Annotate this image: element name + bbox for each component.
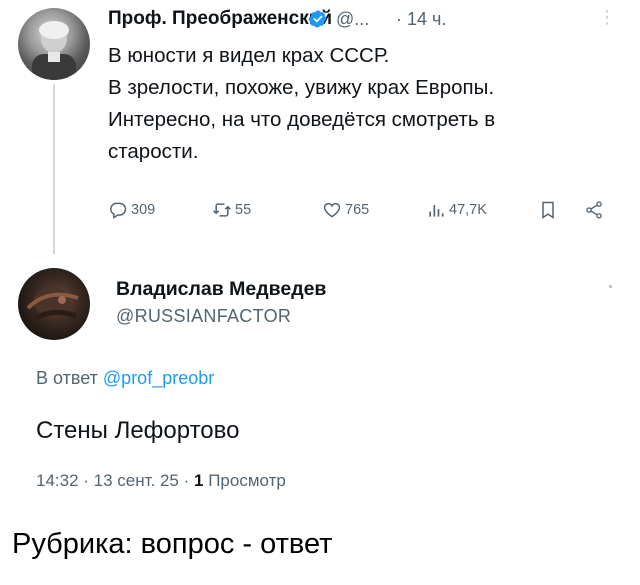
more-options-icon[interactable]: ⋮ — [598, 7, 616, 28]
reply-icon — [110, 202, 127, 219]
share-icon — [586, 201, 602, 219]
views-count: 47,7K — [449, 202, 487, 218]
tweet-line: Интересно, на что доведётся смотреть в — [108, 108, 496, 131]
action-bar: 309 55 765 47,7K — [108, 200, 628, 230]
reply-to-link[interactable]: @prof_preobr — [103, 368, 214, 388]
tweet-text: В юности я видел крах СССР. В зрелости, … — [108, 40, 633, 168]
timestamp[interactable]: · 14 ч. — [396, 9, 446, 30]
tweet-text: Стены Лефортово — [36, 417, 240, 444]
more-options-icon[interactable] — [609, 285, 612, 288]
retweet-icon — [213, 203, 231, 217]
timestamp[interactable]: 14:32 · 13 сент. 25 · — [36, 471, 189, 490]
tweet-line: В юности я видел крах СССР. — [108, 44, 390, 67]
reply-count: 309 — [131, 202, 156, 218]
author-handle[interactable]: @RUSSIANFACTOR — [116, 306, 291, 327]
views-count: 1 — [194, 471, 204, 490]
reply-button[interactable]: 309 — [108, 200, 155, 220]
caption: Рубрика: вопрос - ответ — [12, 528, 333, 560]
views-bar-icon — [429, 205, 444, 217]
reply-prefix: В ответ — [36, 368, 98, 388]
like-count: 765 — [345, 202, 370, 218]
author-name[interactable]: Проф. Преображенский — [108, 8, 332, 30]
author-handle[interactable]: @... — [336, 9, 369, 30]
retweet-button[interactable]: 55 — [212, 200, 251, 220]
verified-badge-icon — [308, 10, 327, 28]
bookmark-icon — [542, 201, 554, 219]
heart-icon — [323, 202, 341, 218]
bookmark-button[interactable] — [538, 200, 558, 220]
thread-line — [53, 84, 55, 254]
avatar[interactable] — [18, 268, 90, 340]
reply-context: В ответ @prof_preobr — [36, 368, 214, 389]
like-button[interactable]: 765 — [322, 200, 369, 220]
tweet-line: старости. — [108, 140, 199, 163]
views-label: Просмотр — [208, 471, 286, 490]
views-button[interactable]: 47,7K — [426, 200, 487, 220]
author-name[interactable]: Владислав Медведев — [116, 278, 326, 301]
avatar[interactable] — [18, 8, 90, 80]
tweet-line: В зрелости, похоже, увижу крах Европы. — [108, 76, 495, 99]
tweet-meta: 14:32 · 13 сент. 25 · 1 Просмотр — [36, 471, 286, 491]
share-button[interactable] — [584, 200, 604, 220]
retweet-count: 55 — [235, 202, 252, 218]
